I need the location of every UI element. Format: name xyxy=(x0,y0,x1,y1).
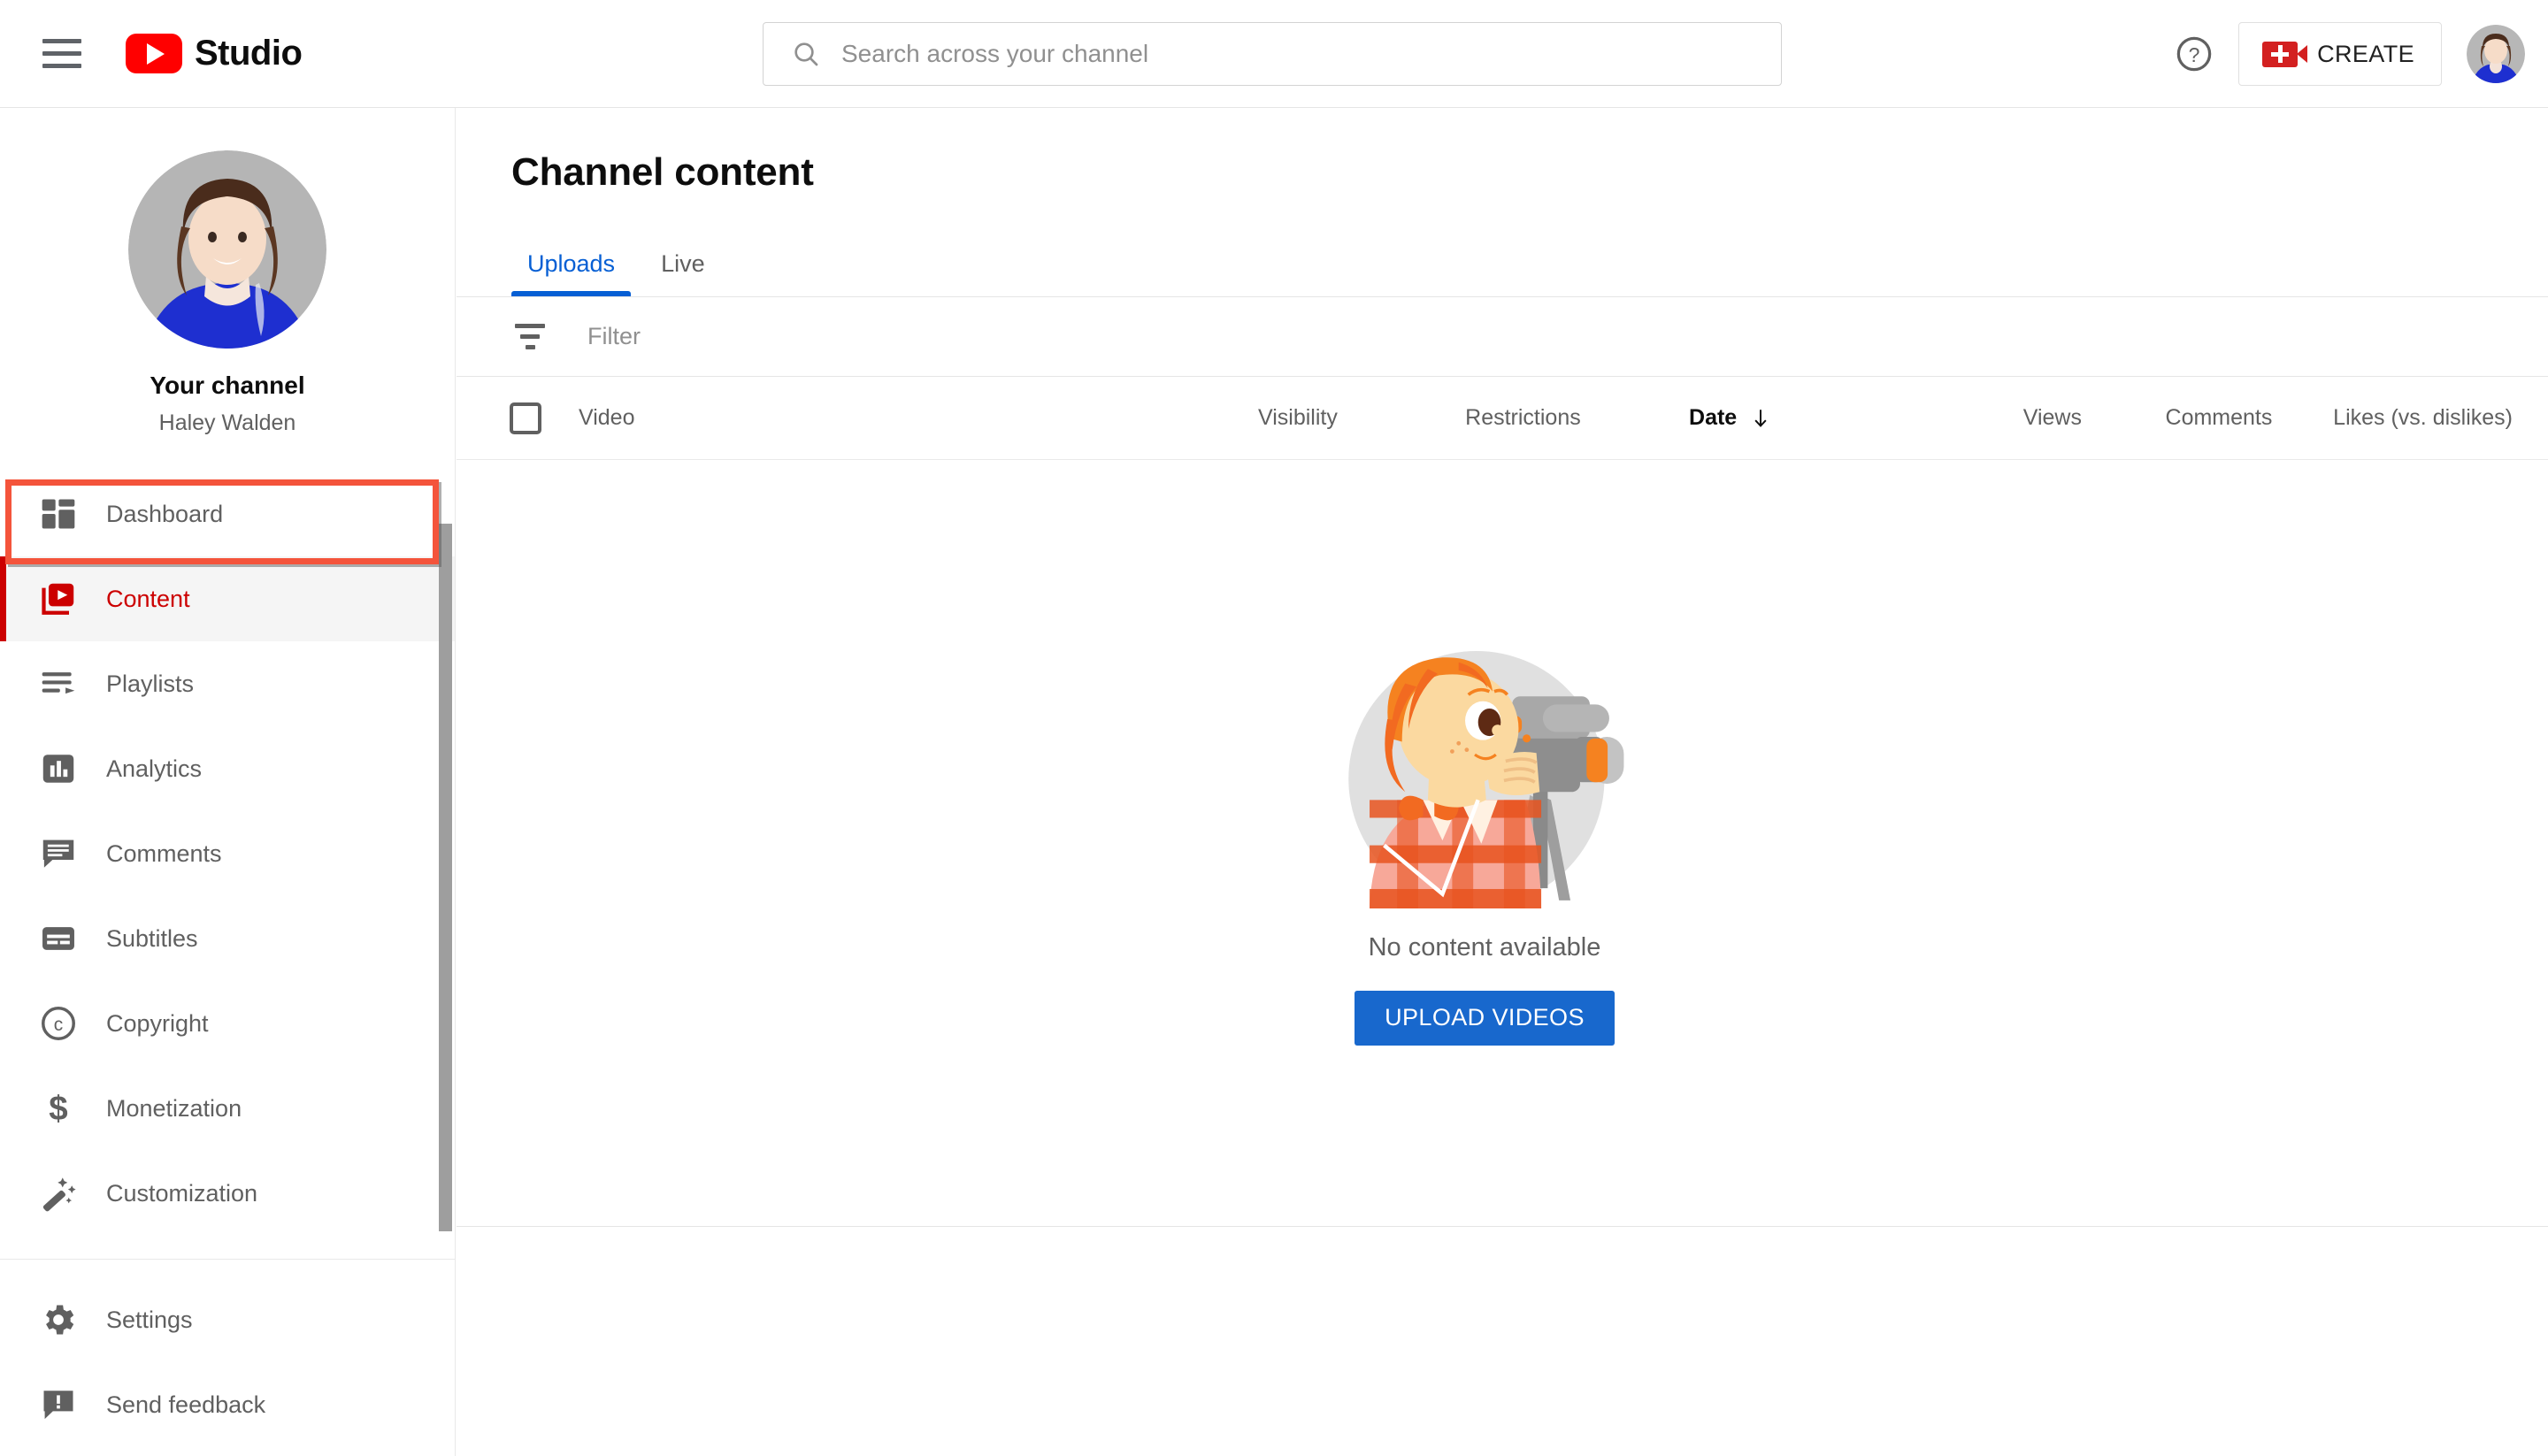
search-input[interactable] xyxy=(841,40,1763,68)
your-channel-label: Your channel xyxy=(150,372,304,400)
dollar-sign-icon: $ xyxy=(37,1087,80,1130)
create-button[interactable]: CREATE xyxy=(2238,22,2442,86)
create-button-label: CREATE xyxy=(2317,41,2414,68)
left-sidebar: Your channel Haley Walden Dashboard xyxy=(0,108,456,1456)
gear-icon xyxy=(37,1299,80,1341)
sidebar-item-comments[interactable]: Comments xyxy=(0,811,455,896)
empty-state: No content available UPLOAD VIDEOS xyxy=(457,460,2548,1226)
svg-text:$: $ xyxy=(49,1090,67,1128)
sidebar-item-label: Subtitles xyxy=(106,925,198,953)
help-circle-icon[interactable]: ? xyxy=(2162,22,2226,86)
channel-name-label: Haley Walden xyxy=(159,410,296,436)
sidebar-item-label: Comments xyxy=(106,840,222,868)
sidebar-item-copyright[interactable]: c Copyright xyxy=(0,981,455,1066)
filter-bar: Filter xyxy=(457,297,2548,377)
sidebar-scrollbar-thumb[interactable] xyxy=(439,524,452,1231)
sidebar-item-send-feedback[interactable]: Send feedback xyxy=(0,1362,455,1447)
top-header-bar: Studio ? CREATE xyxy=(0,0,2548,108)
sidebar-item-analytics[interactable]: Analytics xyxy=(0,726,455,811)
search-box[interactable] xyxy=(763,22,1782,86)
studio-brand-logo[interactable]: Studio xyxy=(126,34,302,73)
column-header-date-label: Date xyxy=(1689,405,1737,431)
sidebar-item-settings[interactable]: Settings xyxy=(0,1277,455,1362)
filter-icon[interactable] xyxy=(511,318,549,356)
sidebar-item-label: Settings xyxy=(106,1307,193,1334)
content-tabs: Uploads Live xyxy=(457,232,2548,297)
column-header-likes[interactable]: Likes (vs. dislikes) xyxy=(2272,405,2513,431)
copyright-icon: c xyxy=(37,1002,80,1045)
empty-state-message: No content available xyxy=(1369,933,1601,962)
column-header-comments[interactable]: Comments xyxy=(2082,405,2272,431)
sidebar-item-label: Send feedback xyxy=(106,1391,265,1419)
content-video-icon xyxy=(37,578,80,620)
dashboard-grid-icon xyxy=(37,493,80,535)
column-header-date[interactable]: Date xyxy=(1689,405,1962,431)
content-table-header: Video Visibility Restrictions Date Views… xyxy=(457,377,2548,460)
upload-videos-button[interactable]: UPLOAD VIDEOS xyxy=(1355,991,1615,1046)
sidebar-item-label: Monetization xyxy=(106,1095,242,1123)
sidebar-item-customization[interactable]: Customization xyxy=(0,1151,455,1236)
main-content: Channel content Uploads Live Filter Vide… xyxy=(457,108,2548,1456)
svg-text:c: c xyxy=(54,1015,63,1035)
header-actions: ? CREATE xyxy=(2162,0,2525,108)
hamburger-menu-icon[interactable] xyxy=(42,33,85,75)
sidebar-nav: Dashboard Content xyxy=(0,471,455,1447)
sidebar-item-label: Analytics xyxy=(106,755,202,783)
svg-text:?: ? xyxy=(2189,43,2200,66)
page-title: Channel content xyxy=(511,150,2548,195)
tab-uploads[interactable]: Uploads xyxy=(504,231,638,296)
column-header-video[interactable]: Video xyxy=(579,405,1258,431)
videographer-illustration xyxy=(1339,641,1631,908)
column-header-views[interactable]: Views xyxy=(1962,405,2082,431)
sidebar-item-monetization[interactable]: $ Monetization xyxy=(0,1066,455,1151)
channel-avatar[interactable] xyxy=(128,150,326,349)
comment-bubble-icon xyxy=(37,832,80,875)
magic-wand-icon xyxy=(37,1172,80,1215)
tab-label: Live xyxy=(661,250,705,278)
sidebar-item-label: Customization xyxy=(106,1180,257,1207)
sidebar-item-subtitles[interactable]: Subtitles xyxy=(0,896,455,981)
tab-label: Uploads xyxy=(527,250,615,278)
column-header-visibility[interactable]: Visibility xyxy=(1258,405,1465,431)
feedback-bubble-icon xyxy=(37,1383,80,1426)
account-avatar[interactable] xyxy=(2467,25,2525,83)
sidebar-item-label: Copyright xyxy=(106,1010,209,1038)
select-all-checkbox[interactable] xyxy=(510,402,541,434)
analytics-bar-icon xyxy=(37,747,80,790)
sidebar-item-playlists[interactable]: Playlists xyxy=(0,641,455,726)
subtitles-icon xyxy=(37,917,80,960)
sidebar-item-label: Playlists xyxy=(106,671,194,698)
youtube-logo-icon xyxy=(126,34,182,73)
content-bottom-divider xyxy=(457,1226,2548,1227)
sidebar-item-dashboard[interactable]: Dashboard xyxy=(0,471,455,556)
playlist-icon xyxy=(37,663,80,705)
youtube-studio-page: Studio ? CREATE xyxy=(0,0,2548,1456)
sidebar-scrollbar[interactable] xyxy=(439,524,452,1231)
sidebar-item-label: Content xyxy=(106,586,190,613)
video-camera-plus-icon xyxy=(2262,42,2298,67)
brand-label: Studio xyxy=(195,34,302,73)
channel-summary[interactable]: Your channel Haley Walden xyxy=(0,108,455,436)
search-icon xyxy=(792,40,820,68)
tab-live[interactable]: Live xyxy=(638,231,728,296)
sidebar-bottom-nav: Settings Send feedback xyxy=(0,1260,455,1447)
sidebar-item-content[interactable]: Content xyxy=(0,556,455,641)
arrow-down-icon xyxy=(1749,407,1772,430)
filter-input[interactable]: Filter xyxy=(587,323,641,350)
column-header-restrictions[interactable]: Restrictions xyxy=(1465,405,1689,431)
sidebar-item-label: Dashboard xyxy=(106,501,223,528)
